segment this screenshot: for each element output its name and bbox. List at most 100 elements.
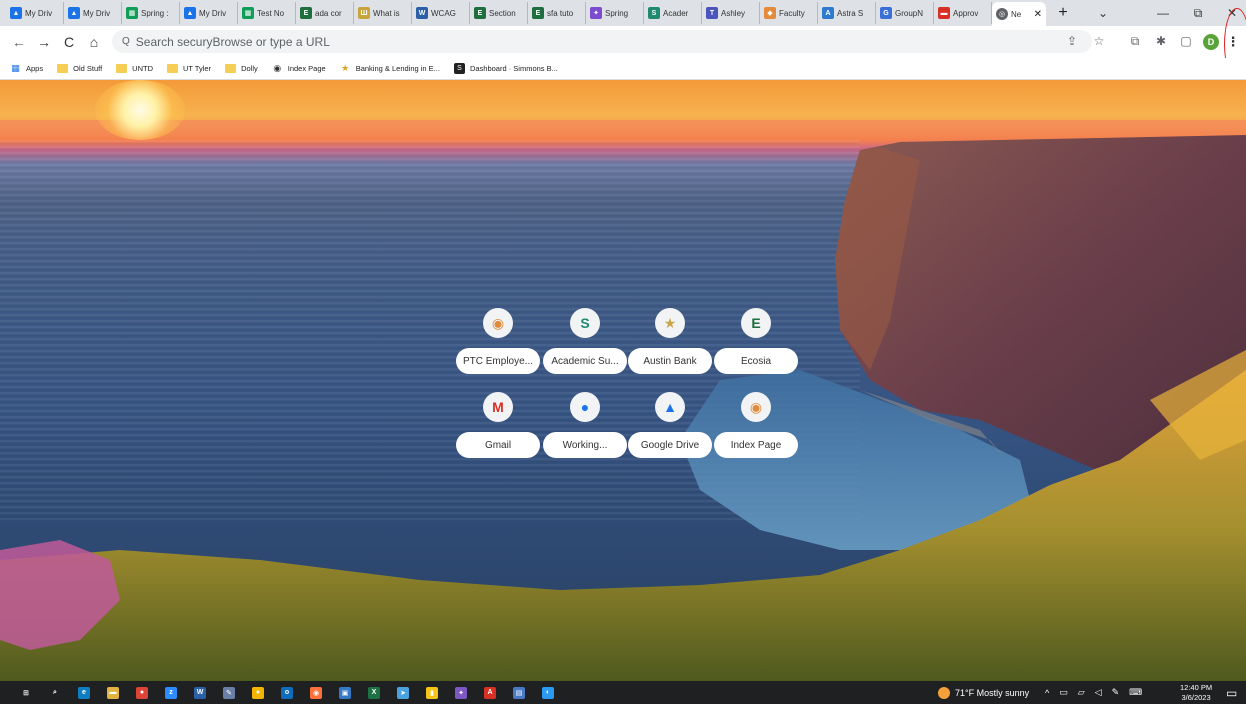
taskbar-app-icon[interactable]: o bbox=[276, 683, 298, 702]
notifications-icon[interactable]: ▭ bbox=[1226, 681, 1237, 704]
browser-tab[interactable]: Esfa tuto bbox=[528, 2, 586, 24]
shortcut-tile[interactable]: E Ecosia bbox=[714, 308, 798, 388]
display-icon[interactable]: ▱ bbox=[1078, 687, 1085, 698]
browser-tab[interactable]: ▦ Test No bbox=[238, 2, 296, 24]
shortcut-tile[interactable]: ▲ Google Drive bbox=[628, 392, 712, 472]
browser-tab[interactable]: ✦ Spring bbox=[586, 2, 644, 24]
browser-tab[interactable]: S Acader bbox=[644, 2, 702, 24]
browser-tab[interactable]: ▲ My Driv bbox=[180, 2, 238, 24]
bookmark-label: UNTD bbox=[132, 64, 153, 73]
folder-icon bbox=[167, 63, 178, 74]
shortcut-tile[interactable]: S Academic Su... bbox=[543, 308, 627, 388]
new-tab-button[interactable]: + bbox=[1052, 2, 1074, 24]
clock-date: 3/6/2023 bbox=[1181, 692, 1211, 702]
show-hidden-icons[interactable]: ^ bbox=[1045, 688, 1049, 698]
clock[interactable]: 12:40 PM 3/6/2023 bbox=[1180, 681, 1212, 704]
home-button[interactable]: ⌂ bbox=[83, 31, 105, 53]
tab-title: Astra S bbox=[837, 8, 864, 18]
extension-icon[interactable]: ⧉ bbox=[1125, 30, 1145, 52]
bookmark-item[interactable]: ◉ Index Page bbox=[272, 63, 326, 74]
shortcut-icon: ◉ bbox=[741, 392, 771, 422]
bookmark-label: Index Page bbox=[287, 64, 326, 73]
bookmark-item[interactable]: UNTD bbox=[116, 63, 153, 74]
tab-title: WCAG bbox=[431, 8, 456, 18]
volume-icon[interactable]: ◁ bbox=[1095, 687, 1102, 698]
bookmark-label: Dashboard · Simmons B... bbox=[469, 64, 558, 73]
active-tab[interactable]: ◎ Ne ✕ bbox=[992, 2, 1046, 26]
taskbar-app-icon[interactable]: ✎ bbox=[218, 683, 240, 702]
shortcut-tile[interactable]: M Gmail bbox=[456, 392, 540, 472]
browser-tab[interactable]: Ш What is bbox=[354, 2, 412, 24]
bookmark-item[interactable]: Dolly bbox=[225, 63, 258, 74]
browser-tab[interactable]: Eada cor bbox=[296, 2, 354, 24]
taskbar-app-icon[interactable]: z bbox=[160, 683, 182, 702]
taskbar-app-icon[interactable]: X bbox=[363, 683, 385, 702]
taskbar-app-icon[interactable]: ● bbox=[247, 683, 269, 702]
bookmark-item[interactable]: ▦ Apps bbox=[10, 63, 43, 74]
taskbar-app-icon[interactable]: ✦ bbox=[450, 683, 472, 702]
address-bar[interactable]: Q Search securyBrowse or type a URL bbox=[112, 30, 1092, 53]
search-button[interactable]: ⌕ bbox=[44, 683, 66, 702]
back-button[interactable]: ← bbox=[8, 31, 30, 53]
tab-title: ada cor bbox=[315, 8, 342, 18]
tab-favicon-icon: S bbox=[648, 7, 660, 19]
network-icon[interactable]: ▭ bbox=[1059, 687, 1068, 698]
browser-tab[interactable]: A Astra S bbox=[818, 2, 876, 24]
browser-tab[interactable]: ▲ My Driv bbox=[64, 2, 122, 24]
browser-tab[interactable]: W WCAG bbox=[412, 2, 470, 24]
start-button[interactable]: ⊞ bbox=[15, 683, 37, 702]
taskbar-app-icon[interactable]: ◐ bbox=[537, 683, 559, 702]
browser-tab[interactable]: ▲ My Driv bbox=[6, 2, 64, 24]
app-icon: ▬ bbox=[107, 686, 119, 699]
extensions-puzzle-icon[interactable]: ✱ bbox=[1151, 30, 1171, 52]
tab-search-chevron[interactable]: ⌄ bbox=[1083, 0, 1123, 26]
taskbar-app-icon[interactable]: ▬ bbox=[102, 683, 124, 702]
shortcut-tile[interactable]: ◉ Index Page bbox=[714, 392, 798, 472]
taskbar-app-icon[interactable]: ◉ bbox=[305, 683, 327, 702]
taskbar-app-icon[interactable]: ▤ bbox=[508, 683, 530, 702]
browser-tab[interactable]: G GroupN bbox=[876, 2, 934, 24]
bookmark-label: UT Tyler bbox=[183, 64, 212, 73]
browser-tab[interactable]: ◆ Faculty bbox=[760, 2, 818, 24]
shortcut-tile[interactable]: ★ Austin Bank bbox=[628, 308, 712, 388]
keyboard-icon[interactable]: ⌨ bbox=[1129, 687, 1142, 698]
tab-title: What is bbox=[373, 8, 400, 18]
browser-tab[interactable]: ▬ Approv bbox=[934, 2, 992, 24]
side-panel-icon[interactable]: ▢ bbox=[1176, 30, 1196, 52]
shortcut-tile[interactable]: ◉ PTC Employe... bbox=[456, 308, 540, 388]
taskbar-app-icon[interactable]: A bbox=[479, 683, 501, 702]
reload-button[interactable]: C bbox=[58, 31, 80, 53]
taskbar-app-icon[interactable]: W bbox=[189, 683, 211, 702]
taskbar-app-icon[interactable]: ▣ bbox=[334, 683, 356, 702]
bookmark-label: Apps bbox=[26, 64, 44, 73]
app-icon: ✦ bbox=[455, 686, 467, 699]
bookmark-item[interactable]: S Dashboard · Simmons B... bbox=[453, 63, 558, 74]
forward-button[interactable]: → bbox=[33, 31, 55, 53]
bookmark-item[interactable]: UT Tyler bbox=[167, 63, 211, 74]
bookmark-item[interactable]: Old Stuff bbox=[57, 63, 102, 74]
browser-tab[interactable]: E Section bbox=[470, 2, 528, 24]
bookmark-item[interactable]: ★ Banking & Lending in E... bbox=[340, 63, 440, 74]
shortcut-tile[interactable]: ● Working... bbox=[543, 392, 627, 472]
tab-favicon-icon: G bbox=[880, 7, 892, 19]
close-tab-icon[interactable]: ✕ bbox=[1034, 9, 1042, 20]
bookmark-star-icon[interactable]: ☆ bbox=[1089, 30, 1109, 52]
taskbar-app-icon[interactable]: ● bbox=[131, 683, 153, 702]
app-icon: ⊞ bbox=[20, 686, 32, 699]
profile-avatar[interactable]: D bbox=[1203, 34, 1219, 50]
shortcut-label: Academic Su... bbox=[543, 348, 627, 374]
app-icon: ◉ bbox=[310, 686, 322, 699]
browser-tab[interactable]: T Ashley bbox=[702, 2, 760, 24]
app-icon: ● bbox=[252, 686, 264, 699]
clock-time: 12:40 PM bbox=[1180, 682, 1213, 692]
apps-grid-icon: ▦ bbox=[11, 63, 20, 73]
browser-tab[interactable]: ▦ Spring : bbox=[122, 2, 180, 24]
taskbar-app-icon[interactable]: ➤ bbox=[392, 683, 414, 702]
weather-widget[interactable]: 71°F Mostly sunny bbox=[938, 681, 1029, 704]
taskbar-app-icon[interactable]: e bbox=[73, 683, 95, 702]
minimize-button[interactable]: — bbox=[1143, 0, 1183, 26]
share-icon[interactable]: ⇪ bbox=[1062, 30, 1082, 52]
system-tray-icons[interactable]: ^ ▭ ▱ ◁ ✎ ⌨ bbox=[1045, 681, 1142, 704]
taskbar-app-icon[interactable]: ▮ bbox=[421, 683, 443, 702]
pen-icon[interactable]: ✎ bbox=[1112, 687, 1120, 698]
